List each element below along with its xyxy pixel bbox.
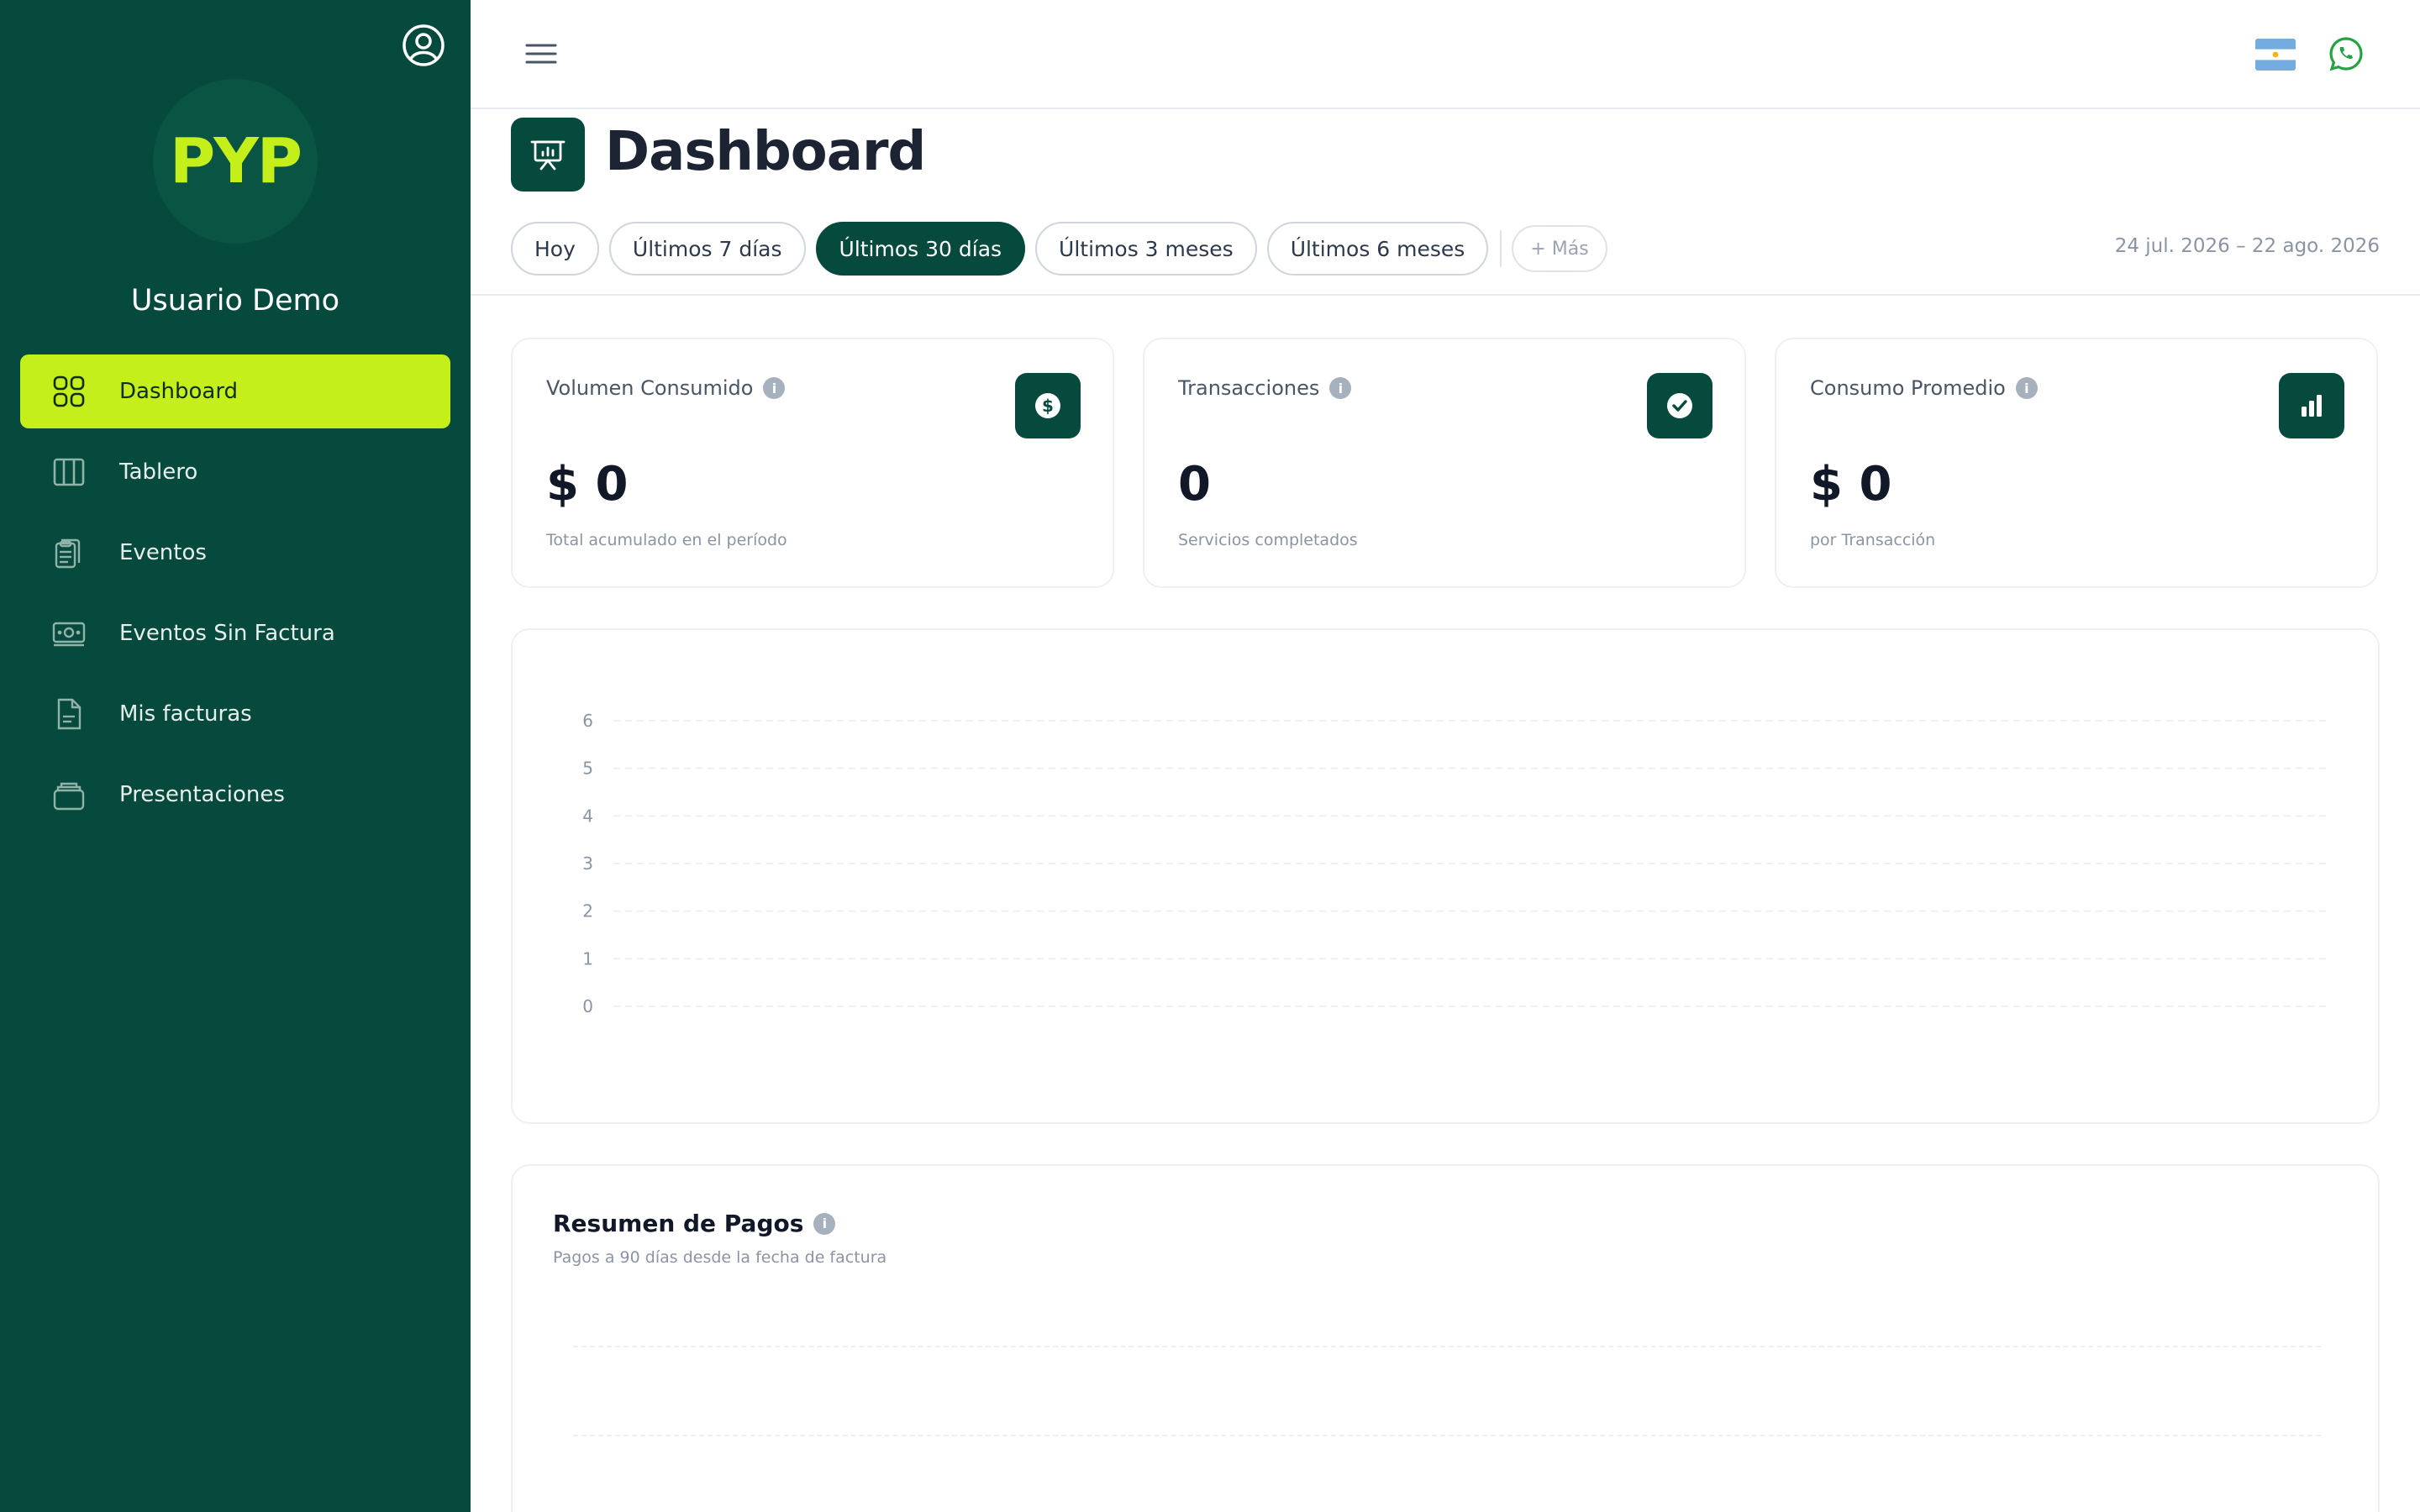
info-icon[interactable]: i (1329, 377, 1352, 399)
y-tick-label: 5 (582, 759, 593, 779)
presentation-icon (511, 118, 585, 192)
card-label: Transacciones (1178, 376, 1320, 400)
payments-title: Resumen de Pagos (553, 1210, 804, 1237)
card-label: Volumen Consumido (546, 376, 754, 400)
sidebar-item-label: Tablero (119, 459, 198, 485)
sidebar-item-label: Eventos (119, 540, 207, 565)
card-value: $ 0 (546, 457, 629, 512)
user-name: Usuario Demo (130, 284, 340, 318)
check-icon (1647, 373, 1712, 438)
filter-divider (1500, 230, 1502, 267)
grid-icon (50, 373, 87, 410)
bar-chart-icon (2279, 373, 2344, 438)
filter-3-meses[interactable]: Últimos 3 meses (1035, 222, 1257, 276)
logo-text: PYP (169, 125, 302, 197)
info-icon[interactable]: i (813, 1212, 836, 1235)
whatsapp-icon[interactable] (2328, 35, 2365, 72)
payments-summary-card: Resumen de Pagos i Pagos a 90 días desde… (511, 1164, 2380, 1512)
stack-icon (50, 776, 87, 813)
dollar-icon: $ (1015, 373, 1081, 438)
divider (471, 294, 2420, 296)
card-value: 0 (1178, 457, 1211, 512)
gridline (573, 1435, 2321, 1436)
filter-hoy[interactable]: Hoy (511, 222, 599, 276)
payments-subtitle: Pagos a 90 días desde la fecha de factur… (553, 1248, 887, 1267)
argentina-flag-icon[interactable] (2255, 39, 2296, 71)
card-subtitle: Total acumulado en el período (546, 531, 787, 549)
card-subtitle: por Transacción (1810, 531, 1936, 549)
cash-icon (50, 615, 87, 652)
sidebar-item-eventos[interactable]: Eventos (20, 516, 450, 590)
y-tick-label: 4 (582, 806, 593, 826)
clipboard-icon (50, 534, 87, 571)
company-logo: PYP (153, 79, 318, 244)
y-tick-label: 3 (582, 853, 593, 874)
sidebar-item-label: Dashboard (119, 379, 239, 404)
chart-canvas: 6 5 4 3 2 1 0 (582, 711, 2328, 1016)
y-tick-label: 0 (582, 996, 593, 1016)
filter-6-meses[interactable]: Últimos 6 meses (1266, 222, 1489, 276)
stat-card-transacciones: Transacciones i 0 Servicios completados (1143, 338, 1746, 588)
y-tick-label: 2 (582, 901, 593, 921)
date-filter-bar: Hoy Últimos 7 días Últimos 30 días Últim… (511, 222, 1618, 276)
card-subtitle: Servicios completados (1178, 531, 1358, 549)
stat-card-consumo-promedio: Consumo Promedio i $ 0 por Transacción (1775, 338, 2378, 588)
sidebar-item-dashboard[interactable]: Dashboard (20, 354, 450, 428)
date-range-label: 24 jul. 2026 – 22 ago. 2026 (2114, 235, 2380, 257)
sidebar-item-presentaciones[interactable]: Presentaciones (20, 758, 450, 832)
sidebar-item-label: Mis facturas (119, 701, 252, 727)
consumption-chart: 6 5 4 3 2 1 0 (511, 628, 2380, 1124)
y-tick-label: 1 (582, 948, 593, 969)
info-icon[interactable]: i (2015, 377, 2038, 399)
sidebar-item-label: Eventos Sin Factura (119, 621, 335, 646)
card-value: $ 0 (1810, 457, 1892, 512)
filter-30-dias[interactable]: Últimos 30 días (815, 222, 1026, 276)
stat-card-volumen: Volumen Consumido i $ $ 0 Total acumulad… (511, 338, 1114, 588)
svg-text:$: $ (1042, 396, 1054, 416)
sidebar-item-label: Presentaciones (119, 782, 285, 807)
filter-7-dias[interactable]: Últimos 7 días (608, 222, 806, 276)
y-tick-label: 6 (582, 711, 593, 731)
sidebar: PYP Usuario Demo Dashboard Tablero Event… (0, 0, 471, 1512)
card-label: Consumo Promedio (1810, 376, 2006, 400)
sidebar-item-mis-facturas[interactable]: Mis facturas (20, 677, 450, 751)
hamburger-icon[interactable] (524, 39, 558, 69)
user-profile-icon[interactable] (398, 20, 449, 71)
info-icon[interactable]: i (763, 377, 786, 399)
sidebar-item-eventos-sin-factura[interactable]: Eventos Sin Factura (20, 596, 450, 670)
filter-more-button[interactable]: + Más (1512, 225, 1607, 272)
sidebar-item-tablero[interactable]: Tablero (20, 435, 450, 509)
gridline (573, 1346, 2321, 1347)
sidebar-nav: Dashboard Tablero Eventos Eventos Sin Fa… (20, 354, 450, 838)
columns-icon (50, 454, 87, 491)
top-bar (471, 0, 2420, 109)
document-icon (50, 696, 87, 732)
page-title: Dashboard (605, 121, 926, 183)
